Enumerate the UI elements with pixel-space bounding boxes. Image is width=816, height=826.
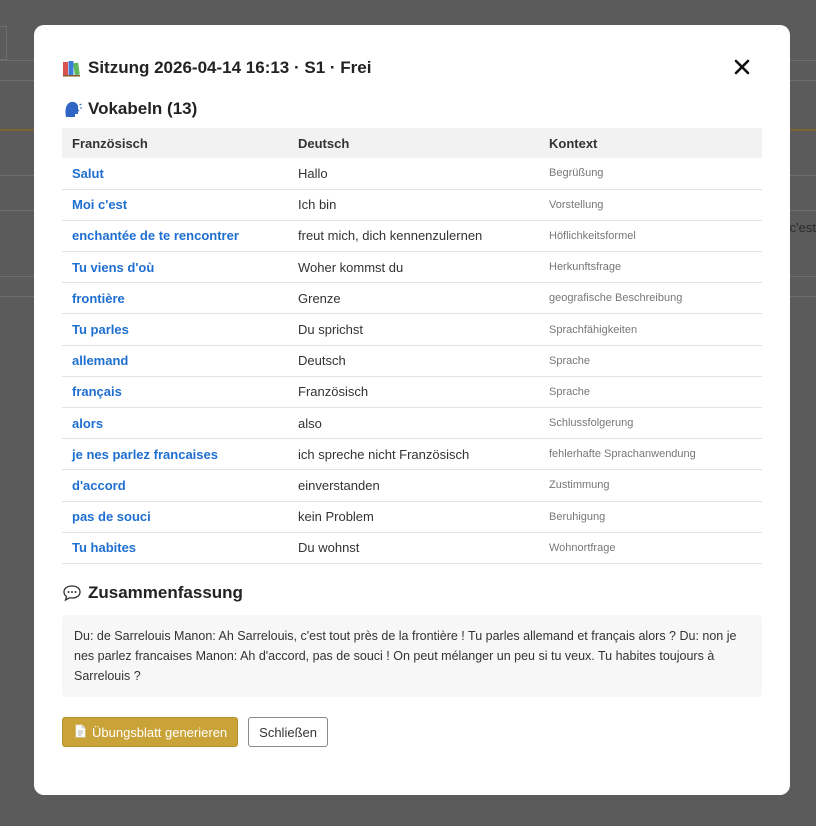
german-translation: einverstanden (288, 469, 539, 502)
background-tab (0, 26, 7, 60)
french-term[interactable]: Tu viens d'où (62, 251, 288, 284)
speech-bubble-icon (62, 583, 82, 603)
german-translation: Hallo (288, 158, 539, 190)
context-label: Wohnortfrage (539, 532, 762, 564)
german-translation: Du wohnst (288, 532, 539, 564)
close-modal-button[interactable]: Schließen (248, 717, 328, 747)
table-row: allemand Deutsch Sprache (62, 345, 762, 377)
table-row: enchantée de te rencontrer freut mich, di… (62, 220, 762, 253)
context-label: Höflichkeitsformel (539, 220, 762, 253)
french-term[interactable]: français (62, 376, 288, 409)
french-term[interactable]: Moi c'est (62, 189, 288, 221)
french-term[interactable]: Tu parles (62, 313, 288, 346)
table-row: je nes parlez francaises ich spreche nich… (62, 438, 762, 471)
modal-title-text: Sitzung 2026-04-14 16:13 · S1 · Frei (88, 58, 372, 77)
table-row: Tu parles Du sprichst Sprachfähigkeiten (62, 313, 762, 346)
french-term[interactable]: Salut (62, 158, 288, 190)
vocab-table: Französisch Deutsch Kontext Salut Hallo Be… (62, 128, 762, 564)
table-row: français Französisch Sprache (62, 376, 762, 409)
table-row: d'accord einverstanden Zustimmung (62, 469, 762, 502)
french-term[interactable]: d'accord (62, 469, 288, 502)
german-translation: Deutsch (288, 345, 539, 377)
vocab-heading: Vokabeln (13) (62, 99, 197, 119)
table-row: Salut Hallo Begrüßung (62, 158, 762, 190)
close-icon (734, 59, 750, 75)
generate-worksheet-button[interactable]: Übungsblatt generieren (62, 717, 239, 747)
context-label: Vorstellung (539, 189, 762, 221)
modal-actions: Übungsblatt generieren Schließen (62, 717, 328, 747)
german-translation: Französisch (288, 376, 539, 409)
french-term[interactable]: pas de souci (62, 501, 288, 533)
german-translation: Ich bin (288, 189, 539, 221)
table-row: Moi c'est Ich bin Vorstellung (62, 189, 762, 221)
context-label: Schlussfolgerung (539, 407, 762, 440)
context-label: Sprachfähigkeiten (539, 313, 762, 346)
context-label: fehlerhafte Sprachanwendung (539, 438, 762, 471)
context-label: Zustimmung (539, 469, 762, 502)
close-modal-label: Schließen (259, 724, 317, 740)
german-translation: freut mich, dich kennenzulernen (288, 220, 539, 253)
column-header-context: Kontext (539, 128, 762, 158)
context-label: geografische Beschreibung (539, 282, 762, 315)
german-translation: ich spreche nicht Französisch (288, 438, 539, 471)
speaking-head-icon (62, 99, 82, 119)
french-term[interactable]: Tu habites (62, 532, 288, 564)
german-translation: kein Problem (288, 501, 539, 533)
background-text: c'est (789, 220, 816, 235)
context-label: Sprache (539, 376, 762, 409)
vocab-heading-text: Vokabeln (13) (88, 99, 198, 118)
generate-worksheet-label: Übungsblatt generieren (92, 724, 228, 740)
column-header-french: Französisch (62, 128, 288, 158)
summary-text: Du: de Sarrelouis Manon: Ah Sarrelouis, … (62, 615, 762, 697)
context-label: Begrüßung (539, 158, 762, 190)
table-row: frontière Grenze geografische Beschreibung (62, 282, 762, 315)
french-term[interactable]: alors (62, 407, 288, 440)
table-row: pas de souci kein Problem Beruhigung (62, 501, 762, 533)
close-button[interactable] (730, 55, 754, 79)
german-translation: Du sprichst (288, 313, 539, 346)
table-header-row: Französisch Deutsch Kontext (62, 128, 762, 158)
german-translation: Woher kommst du (288, 251, 539, 284)
table-row: Tu viens d'où Woher kommst du Herkunftsfra… (62, 251, 762, 284)
column-header-german: Deutsch (288, 128, 539, 158)
table-row: alors also Schlussfolgerung (62, 407, 762, 440)
context-label: Herkunftsfrage (539, 251, 762, 284)
summary-heading-text: Zusammenfassung (88, 583, 243, 602)
table-row: Tu habites Du wohnst Wohnortfrage (62, 532, 762, 564)
french-term[interactable]: frontière (62, 282, 288, 315)
document-icon (73, 724, 87, 741)
context-label: Beruhigung (539, 501, 762, 533)
modal-title: Sitzung 2026-04-14 16:13 · S1 · Frei (62, 58, 371, 78)
summary-heading: Zusammenfassung (62, 583, 243, 603)
books-icon (62, 58, 82, 78)
french-term[interactable]: enchantée de te rencontrer (62, 220, 288, 253)
german-translation: Grenze (288, 282, 539, 315)
context-label: Sprache (539, 345, 762, 377)
french-term[interactable]: allemand (62, 345, 288, 377)
german-translation: also (288, 407, 539, 440)
french-term[interactable]: je nes parlez francaises (62, 438, 288, 471)
session-modal: Sitzung 2026-04-14 16:13 · S1 · Frei Vok… (34, 25, 790, 795)
